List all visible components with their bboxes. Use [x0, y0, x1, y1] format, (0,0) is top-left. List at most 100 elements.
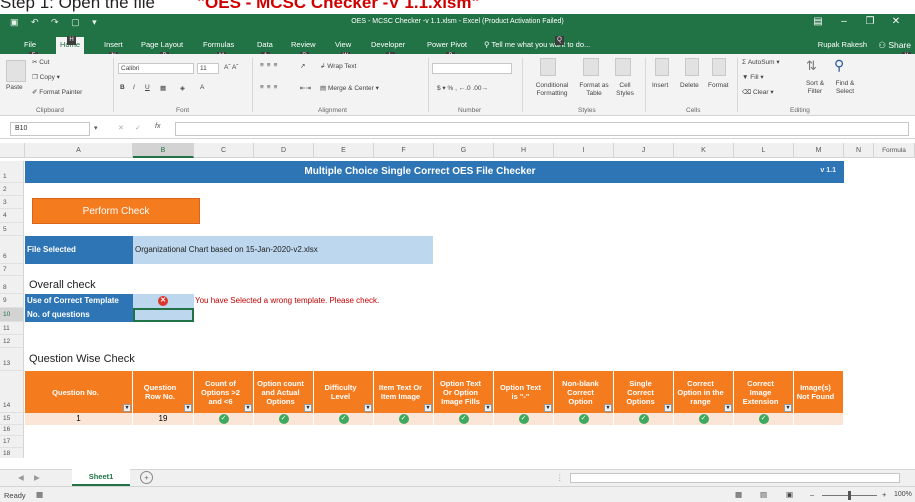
- indent-icons[interactable]: ⇤⇥: [300, 84, 311, 92]
- add-sheet-button[interactable]: +: [140, 471, 153, 484]
- filter-dropdown-icon[interactable]: ▾: [304, 404, 312, 412]
- row-header-1[interactable]: 1: [0, 161, 24, 183]
- formula-input[interactable]: [175, 122, 909, 136]
- font-size-box[interactable]: 11: [197, 63, 219, 74]
- header-option-count[interactable]: Option count and Actual Options ▾: [254, 371, 314, 413]
- row-header-4[interactable]: 4: [0, 209, 24, 223]
- row-header-12[interactable]: 12: [0, 335, 24, 348]
- row-header-3[interactable]: 3: [0, 196, 24, 209]
- tab-file[interactable]: File: [24, 40, 36, 49]
- cell-styles-button[interactable]: Cell Styles: [613, 82, 637, 98]
- filter-dropdown-icon[interactable]: ▾: [244, 404, 252, 412]
- zoom-in-icon[interactable]: +: [882, 490, 886, 499]
- borders-icon[interactable]: ▦: [160, 84, 166, 92]
- format-cells-icon[interactable]: [712, 58, 726, 76]
- header-option-text-fills[interactable]: Option Text Or Option Image Fills ▾: [434, 371, 494, 413]
- close-icon[interactable]: ✕: [883, 16, 909, 27]
- tab-view[interactable]: View: [335, 40, 351, 49]
- select-all-corner[interactable]: [0, 143, 25, 158]
- row-header-7[interactable]: 7: [0, 264, 24, 276]
- number-format-box[interactable]: [432, 63, 512, 74]
- row-header-15[interactable]: 15: [0, 413, 24, 425]
- filter-dropdown-icon[interactable]: ▾: [424, 404, 432, 412]
- confirm-entry-icon[interactable]: ✓: [135, 124, 141, 132]
- sort-filter-icon[interactable]: ⇅: [806, 58, 817, 74]
- filter-dropdown-icon[interactable]: ▾: [784, 404, 792, 412]
- paste-button[interactable]: Paste: [6, 84, 23, 91]
- column-header-b[interactable]: B: [133, 143, 194, 158]
- tab-formulas[interactable]: Formulas: [203, 40, 234, 49]
- column-header-a[interactable]: A: [25, 143, 133, 158]
- row-header-14[interactable]: 14: [0, 371, 24, 413]
- insert-cells-icon[interactable]: [655, 58, 669, 76]
- cancel-entry-icon[interactable]: ✕: [118, 124, 124, 132]
- filter-dropdown-icon[interactable]: ▾: [364, 404, 372, 412]
- header-option-text-dash[interactable]: Option Text is "-" ▾: [494, 371, 554, 413]
- column-header-f[interactable]: F: [374, 143, 434, 158]
- tab-data[interactable]: Data: [257, 40, 273, 49]
- format-as-table-icon[interactable]: [583, 58, 599, 76]
- column-header-c[interactable]: C: [194, 143, 254, 158]
- name-box[interactable]: B10: [10, 122, 90, 136]
- merge-center-button[interactable]: ▤ Merge & Center ▾: [320, 84, 379, 92]
- header-correct-in-range[interactable]: Correct Option in the range ▾: [674, 371, 734, 413]
- name-box-dropdown-icon[interactable]: ▾: [94, 124, 98, 132]
- cell-check[interactable]: ✓: [374, 413, 434, 425]
- cell-check[interactable]: ✓: [674, 413, 734, 425]
- font-color-icon[interactable]: A: [200, 84, 204, 91]
- page-break-view-icon[interactable]: ▣: [786, 490, 793, 499]
- user-name[interactable]: Rupak Rakesh: [818, 40, 867, 49]
- row-header-10[interactable]: 10: [0, 308, 24, 322]
- tab-power-pivot[interactable]: Power Pivot: [427, 40, 467, 49]
- format-painter-button[interactable]: ✐ Format Painter: [32, 88, 82, 96]
- perform-check-button[interactable]: Perform Check: [32, 198, 200, 224]
- column-header-n[interactable]: N: [844, 143, 874, 158]
- tab-review[interactable]: Review: [291, 40, 316, 49]
- italic-button[interactable]: I: [133, 84, 135, 91]
- format-button[interactable]: Format: [708, 82, 729, 89]
- find-select-button[interactable]: Find & Select: [830, 80, 860, 96]
- format-as-table-button[interactable]: Format as Table: [576, 82, 612, 98]
- cell-styles-icon[interactable]: [615, 58, 631, 76]
- zoom-level[interactable]: 100%: [894, 491, 912, 498]
- fill-button[interactable]: ▼ Fill ▾: [742, 73, 764, 81]
- cell-question-no[interactable]: 1: [25, 413, 133, 425]
- filter-dropdown-icon[interactable]: ▾: [544, 404, 552, 412]
- header-single-correct[interactable]: Single Correct Options ▾: [614, 371, 674, 413]
- sort-filter-button[interactable]: Sort & Filter: [800, 80, 830, 96]
- file-selected-value[interactable]: Organizational Chart based on 15-Jan-202…: [133, 236, 433, 264]
- row-header-13[interactable]: 13: [0, 348, 24, 371]
- row-header-2[interactable]: 2: [0, 183, 24, 196]
- filter-dropdown-icon[interactable]: ▾: [484, 404, 492, 412]
- paste-icon[interactable]: [6, 60, 26, 82]
- row-header-16[interactable]: 16: [0, 425, 24, 436]
- filter-dropdown-icon[interactable]: ▾: [184, 404, 192, 412]
- underline-button[interactable]: U: [145, 84, 150, 91]
- restore-icon[interactable]: ❐: [857, 16, 883, 27]
- wrap-text-button[interactable]: ↲ Wrap Text: [320, 62, 356, 70]
- template-check-cell[interactable]: ✕: [133, 294, 194, 308]
- tell-me-box[interactable]: ⚲ Tell me what you want to do...: [484, 40, 590, 49]
- column-header-m[interactable]: M: [794, 143, 844, 158]
- orientation-icon[interactable]: ↗: [300, 62, 305, 70]
- row-header-6[interactable]: 6: [0, 236, 24, 264]
- header-correct-image-ext[interactable]: Correct Image Extension ▾: [734, 371, 794, 413]
- number-format-icons[interactable]: $ ▾ % , ←.0 .00→: [437, 84, 488, 92]
- row-header-8[interactable]: 8: [0, 276, 24, 294]
- cell-check[interactable]: ✓: [194, 413, 254, 425]
- cut-button[interactable]: ✂ Cut: [32, 58, 49, 66]
- column-header-k[interactable]: K: [674, 143, 734, 158]
- insert-button[interactable]: Insert: [652, 82, 668, 89]
- macro-record-icon[interactable]: ▦: [36, 490, 43, 499]
- tab-splitter-icon[interactable]: ⋮: [556, 473, 564, 482]
- cell-check[interactable]: ✓: [314, 413, 374, 425]
- tab-scroll-right-icon[interactable]: ▶: [34, 473, 40, 482]
- filter-dropdown-icon[interactable]: ▾: [123, 404, 131, 412]
- clear-button[interactable]: ⌫ Clear ▾: [742, 88, 774, 96]
- header-question-row-no[interactable]: Question Row No. ▾: [133, 371, 194, 413]
- bold-button[interactable]: B: [120, 84, 125, 91]
- cell-images-not-found[interactable]: [794, 413, 844, 425]
- column-header-j[interactable]: J: [614, 143, 674, 158]
- tab-scroll-left-icon[interactable]: ◀: [18, 473, 24, 482]
- align-top-icons[interactable]: ≡≡≡: [260, 62, 280, 69]
